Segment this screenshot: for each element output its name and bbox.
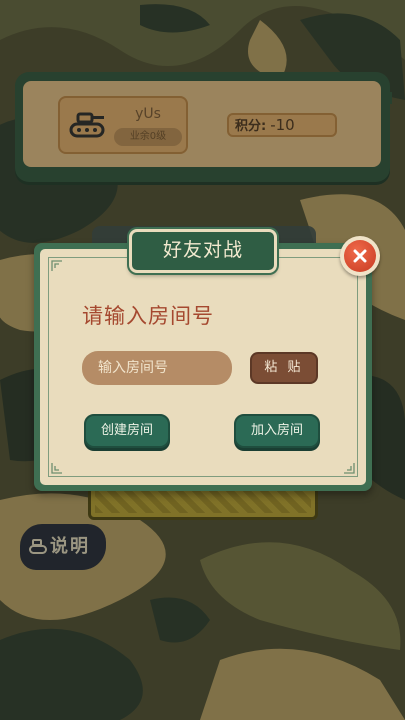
room-prompt: 请输入房间号 <box>82 304 214 328</box>
close-button[interactable] <box>340 236 380 276</box>
join-room-button[interactable]: 加入房间 <box>234 414 320 448</box>
corner-ornament-icon <box>51 463 62 474</box>
dialog-title: 好友对战 <box>129 229 277 273</box>
room-number-input[interactable] <box>82 351 232 385</box>
corner-ornament-icon <box>344 463 355 474</box>
close-button-face <box>344 240 376 272</box>
create-room-button[interactable]: 创建房间 <box>84 414 170 448</box>
corner-ornament-icon <box>51 260 62 271</box>
paste-button[interactable]: 粘 贴 <box>250 352 318 384</box>
close-x-icon <box>353 249 367 263</box>
